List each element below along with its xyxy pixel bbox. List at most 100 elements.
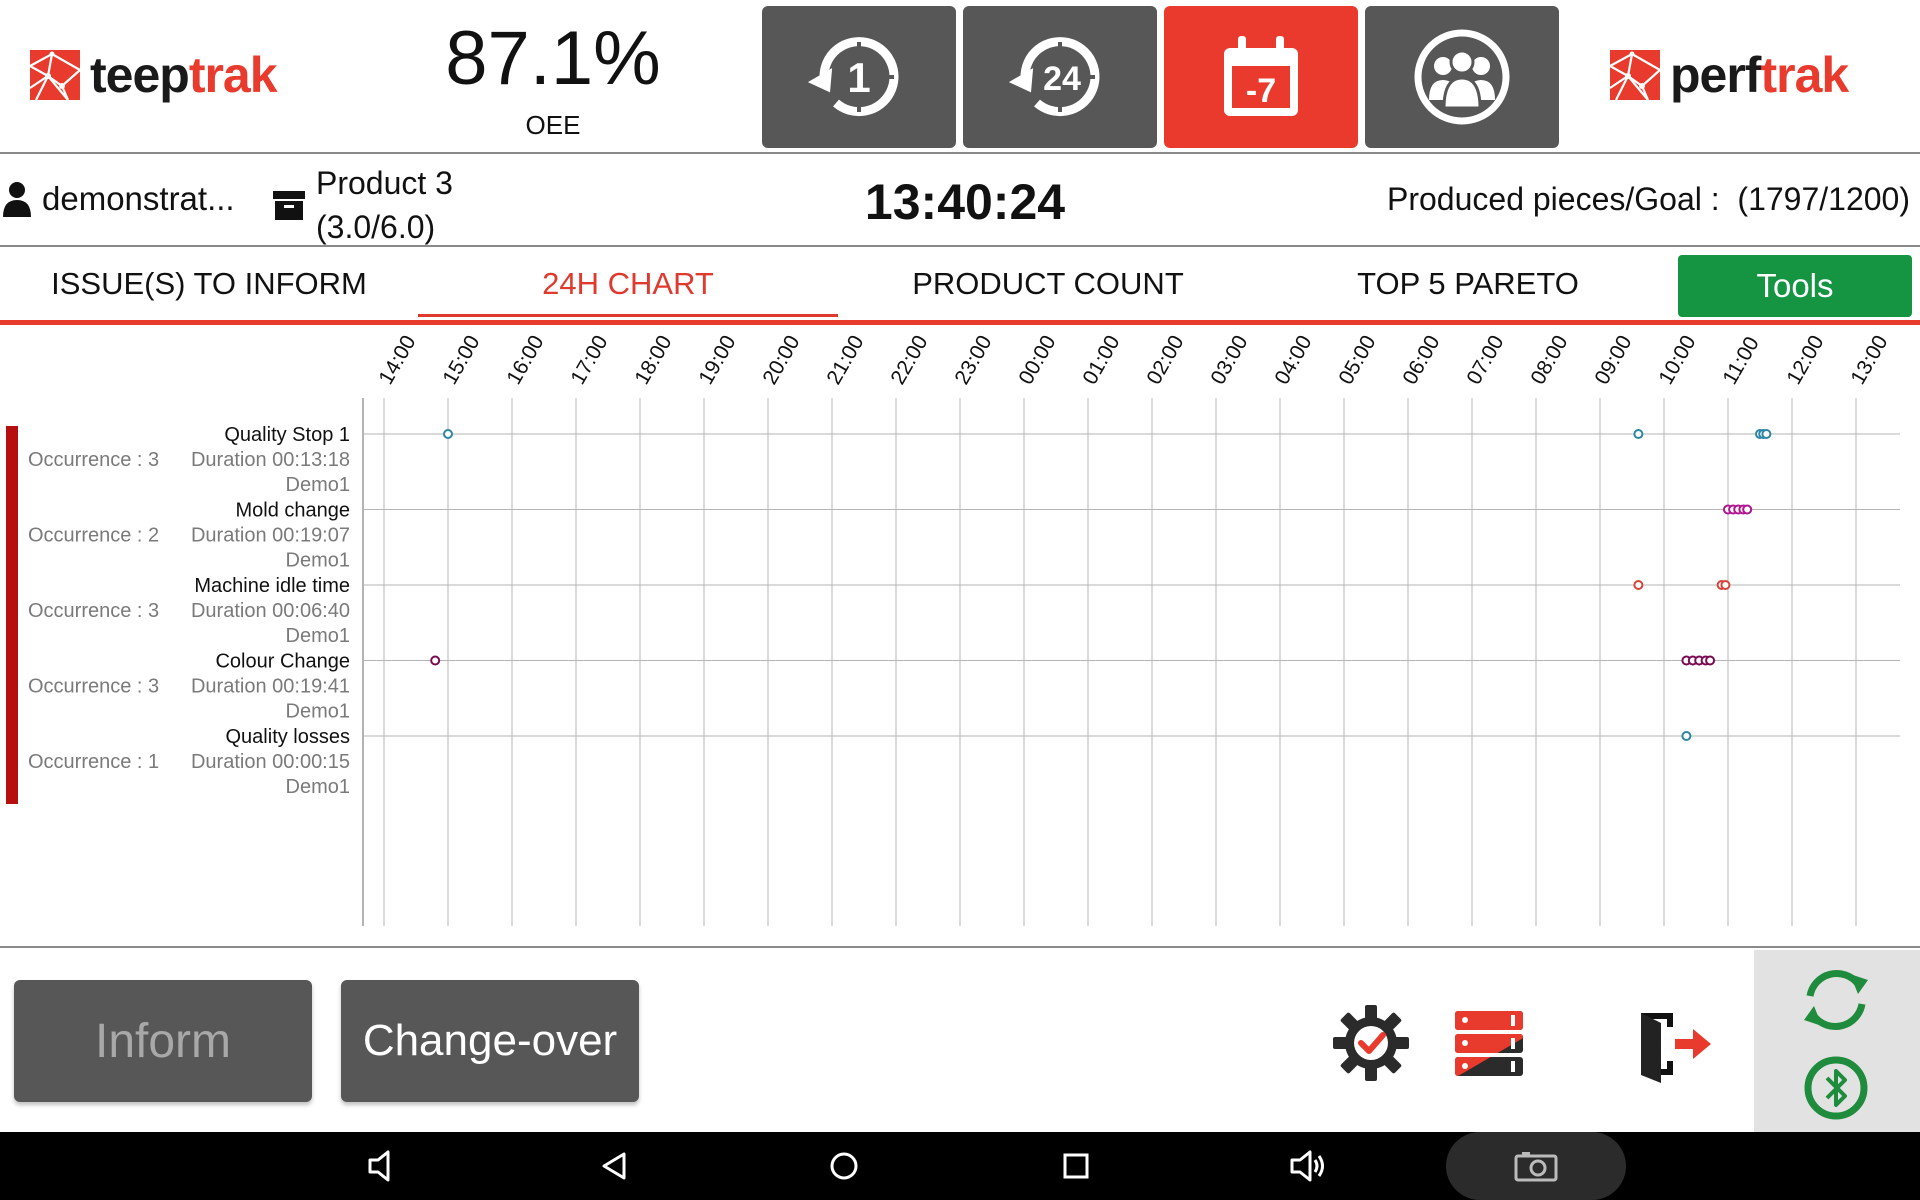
issue-duration: Duration 00:19:07 — [191, 525, 350, 547]
tick-label: 10:00 — [1654, 331, 1700, 388]
issue-name: Quality losses — [226, 726, 351, 748]
recents-button[interactable] — [1052, 1142, 1100, 1190]
perftrak-logo-text-2: trak — [1760, 47, 1849, 103]
perftrak-logo-text-1: perf — [1670, 47, 1761, 103]
settings-check-button[interactable] — [1326, 998, 1416, 1088]
app-root: teep trak 87.1% OEE 1 24 -7 perf trak de… — [0, 0, 1920, 1200]
issue-machine: Demo1 — [286, 474, 350, 496]
issue-machine: Demo1 — [286, 701, 350, 723]
tab-issues-to-inform[interactable]: ISSUE(S) TO INFORM — [0, 249, 418, 319]
volume-down-button[interactable] — [358, 1142, 406, 1190]
event-marker — [1742, 504, 1753, 515]
team-icon — [1414, 29, 1510, 125]
bluetooth-button[interactable] — [1800, 1052, 1872, 1124]
oee-display: 87.1% OEE — [400, 14, 706, 141]
issue-machine: Demo1 — [286, 625, 350, 647]
tick-label: 16:00 — [502, 331, 548, 388]
home-button[interactable] — [820, 1142, 868, 1190]
tick-label: 22:00 — [886, 331, 932, 388]
product-version: (3.0/6.0) — [316, 209, 436, 245]
settings-check-icon — [1333, 1005, 1409, 1081]
tick-label: 05:00 — [1334, 331, 1380, 388]
event-marker — [430, 655, 441, 666]
user-icon — [3, 182, 31, 217]
issue-occurrence: Occurrence : 3 — [28, 600, 159, 622]
tick-label: 08:00 — [1526, 331, 1572, 388]
event-marker — [1633, 580, 1644, 590]
calendar-7-icon: -7 — [1224, 36, 1298, 116]
logout-button[interactable] — [1630, 998, 1720, 1088]
tick-label: 19:00 — [694, 331, 740, 388]
event-marker — [1705, 655, 1716, 666]
change-over-button[interactable]: Change-over — [341, 980, 639, 1102]
product-name: Product 3 — [316, 165, 453, 201]
tick-label: 15:00 — [438, 331, 484, 388]
sync-icon — [1804, 970, 1868, 1030]
tick-label: 03:00 — [1206, 331, 1252, 388]
info-bar: demonstrat... Product 3 (3.0/6.0) 13:40:… — [0, 155, 1920, 247]
teeptrak-logo-text-1: teep — [90, 47, 190, 103]
issue-name: Quality Stop 1 — [224, 424, 350, 446]
issue-name: Colour Change — [215, 651, 350, 673]
history-1h-button[interactable]: 1 — [762, 6, 956, 148]
issue-duration: Duration 00:19:41 — [191, 676, 350, 698]
tick-label: 07:00 — [1462, 331, 1508, 388]
server-icon — [1455, 1011, 1523, 1076]
history-24h-icon: 24 — [1008, 37, 1100, 117]
tick-label: 14:00 — [374, 331, 420, 388]
issue-machine: Demo1 — [286, 776, 350, 798]
tick-label: 21:00 — [822, 331, 868, 388]
tools-button[interactable]: Tools — [1678, 255, 1912, 317]
calendar-7-label: -7 — [1246, 72, 1276, 110]
produced-goal: Produced pieces/Goal : (1797/1200) — [1387, 181, 1910, 217]
bluetooth-icon — [1804, 1056, 1868, 1120]
oee-value: 87.1% — [445, 16, 661, 101]
android-nav-bar — [0, 1132, 1920, 1200]
screenshot-button[interactable] — [1512, 1142, 1560, 1190]
history-24h-button[interactable]: 24 — [963, 6, 1157, 148]
perftrak-logo: perf trak — [1608, 47, 1849, 103]
home-icon — [830, 1152, 858, 1180]
header: teep trak 87.1% OEE 1 24 -7 perf trak — [0, 0, 1920, 154]
tick-label: 13:00 — [1846, 331, 1892, 388]
sync-button[interactable] — [1796, 960, 1876, 1040]
tick-label: 18:00 — [630, 331, 676, 388]
calendar-7-button[interactable]: -7 — [1164, 6, 1358, 148]
tab-product-count[interactable]: PRODUCT COUNT — [838, 249, 1258, 319]
tick-label: 17:00 — [566, 331, 612, 388]
event-marker — [1761, 429, 1772, 439]
issue-occurrence: Occurrence : 1 — [28, 751, 159, 773]
issue-duration: Duration 00:06:40 — [191, 600, 350, 622]
team-button[interactable] — [1365, 6, 1559, 148]
tab-24h-chart[interactable]: 24H CHART — [418, 249, 838, 319]
tab-bar: ISSUE(S) TO INFORM 24H CHART PRODUCT COU… — [0, 249, 1920, 325]
tick-label: 00:00 — [1014, 331, 1060, 388]
user-info[interactable]: demonstrat... — [2, 180, 235, 218]
volume-up-button[interactable] — [1284, 1142, 1332, 1190]
issue-machine: Demo1 — [286, 550, 350, 572]
tab-top5-pareto[interactable]: TOP 5 PARETO — [1258, 249, 1678, 319]
product-info[interactable]: Product 3 (3.0/6.0) — [272, 161, 453, 249]
perftrak-logo-icon — [1609, 50, 1661, 101]
history-1h-label: 1 — [847, 54, 870, 101]
chart-24h: 14:00 15:00 16:00 17:00 18:00 19:00 20:00 21:00… — [0, 326, 1920, 946]
server-button[interactable] — [1444, 998, 1534, 1088]
clock: 13:40:24 — [864, 174, 1066, 230]
issue-name: Mold change — [235, 500, 350, 522]
teeptrak-logo-text-2: trak — [188, 47, 278, 103]
teeptrak-logo-icon — [29, 50, 81, 101]
back-button[interactable] — [590, 1142, 638, 1190]
username: demonstrat... — [42, 180, 235, 217]
event-marker — [1633, 429, 1644, 439]
logout-icon — [1641, 1013, 1711, 1083]
oee-label: OEE — [525, 110, 581, 140]
issue-name: Machine idle time — [194, 575, 350, 597]
screenshot-icon — [1514, 1152, 1558, 1182]
event-marker — [1720, 580, 1731, 590]
volume-up-icon — [1290, 1150, 1324, 1182]
inform-button[interactable]: Inform — [14, 980, 312, 1102]
issue-occurrence: Occurrence : 3 — [28, 449, 159, 471]
tick-label: 06:00 — [1398, 331, 1444, 388]
timeline-chart: 14:00 15:00 16:00 17:00 18:00 19:00 20:00 21:00… — [28, 331, 1900, 926]
issue-duration: Duration 00:13:18 — [191, 449, 350, 471]
